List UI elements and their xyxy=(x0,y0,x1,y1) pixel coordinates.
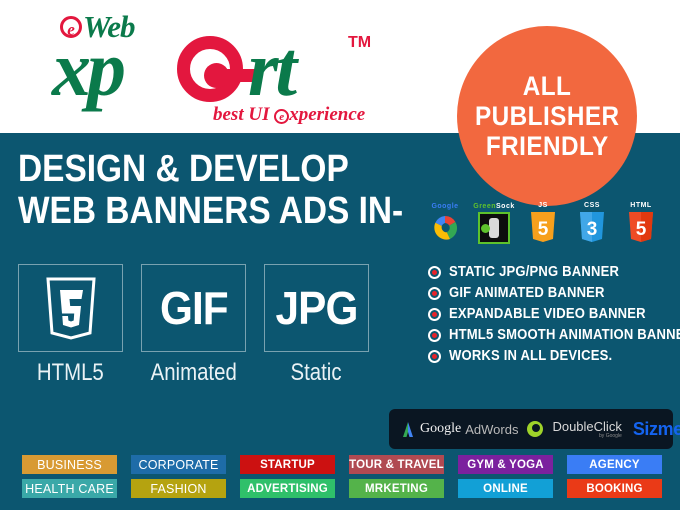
tag-corporate[interactable]: CORPORATE xyxy=(131,455,226,474)
all-publisher-friendly-badge: ALL PUBLISHER FRIENDLY xyxy=(457,26,637,206)
tag-row-1: BUSINESS CORPORATE STARTUP TOUR & TRAVEL… xyxy=(22,455,662,474)
tag-fashion[interactable]: FASHION xyxy=(131,479,226,498)
target-bullet-icon xyxy=(428,307,441,321)
gif-card-label: Animated xyxy=(150,359,237,386)
badge-line-1: ALL xyxy=(522,71,572,101)
html5-shield-icon xyxy=(43,275,99,341)
badge-line-3: FRIENDLY xyxy=(485,131,609,161)
doubleclick-mark-icon xyxy=(527,421,544,437)
gif-card-box: GIF xyxy=(141,264,246,352)
google-adwords-logo: Google AdWords xyxy=(400,421,518,438)
target-bullet-icon xyxy=(428,265,441,279)
javascript-shield-icon: 5 xyxy=(529,211,557,244)
svg-text:3: 3 xyxy=(587,219,598,240)
feature-item: GIF ANIMATED BANNER xyxy=(428,285,678,301)
doubleclick-subtext: by Google xyxy=(599,432,622,439)
format-card-jpg: JPG Static xyxy=(264,264,369,386)
tag-gym-yoga[interactable]: GYM & YOGA xyxy=(458,455,553,474)
target-dot xyxy=(432,332,437,338)
greensock-icon xyxy=(478,212,510,244)
html-caption: HTML xyxy=(630,202,652,209)
css3-shield-icon: 3 xyxy=(578,211,606,244)
target-dot xyxy=(432,353,437,359)
tech-logo-html5: HTML 5 xyxy=(624,202,658,244)
doubleclick-text: DoubleClick xyxy=(552,418,622,434)
feature-item: HTML5 SMOOTH ANIMATION BANNER xyxy=(428,327,680,343)
jpg-card-label: Static xyxy=(290,359,343,386)
tag-mrketing[interactable]: MRKETING xyxy=(349,479,444,498)
tag-startup[interactable]: STARTUP xyxy=(240,455,335,474)
tech-logo-js: JS 5 xyxy=(526,202,560,244)
tag-booking[interactable]: BOOKING xyxy=(567,479,662,498)
feature-text: STATIC JPG/PNG BANNER xyxy=(449,264,620,280)
logo-wordmark: xp rt TM xyxy=(52,25,412,112)
target-dot xyxy=(432,269,437,275)
tagline-pre: best UI xyxy=(213,104,275,125)
css-caption: CSS xyxy=(584,202,600,209)
gif-format-text: GIF xyxy=(159,282,229,334)
html5-tech-shield-icon: 5 xyxy=(627,211,655,244)
feature-item: STATIC JPG/PNG BANNER xyxy=(428,264,678,280)
feature-text: GIF ANIMATED BANNER xyxy=(449,285,605,301)
trademark-mark: TM xyxy=(348,34,372,51)
partner-logo-bar: Google AdWords DoubleClick by Google Siz… xyxy=(389,409,680,449)
svg-text:5: 5 xyxy=(538,219,549,240)
tag-health-care[interactable]: HEALTH CARE xyxy=(22,479,117,498)
greensock-caption: GreenSock xyxy=(473,203,515,210)
google-caption: Google xyxy=(431,203,459,210)
google-web-designer-icon xyxy=(429,212,461,244)
feature-item: EXPANDABLE VIDEO BANNER xyxy=(428,306,678,322)
greensock-figure xyxy=(481,218,499,238)
format-card-gif: GIF Animated xyxy=(141,264,246,386)
format-card-html5: HTML5 xyxy=(18,264,123,386)
tech-logo-greensock: GreenSock xyxy=(473,203,514,244)
tag-agency[interactable]: AGENCY xyxy=(567,455,662,474)
technology-logos: Google GreenSock JS 5 CSS 3 HTML 5 xyxy=(428,202,658,244)
logo-tagline: best UI e xperience xyxy=(213,104,365,126)
tag-tour-travel[interactable]: TOUR & TRAVEL xyxy=(349,455,444,474)
js-caption: JS xyxy=(538,202,548,209)
logo-xp-text: xp xyxy=(52,25,126,112)
promo-banner: e Web xp rt TM best UI e xperience ALL PUB… xyxy=(0,0,680,510)
svg-text:5: 5 xyxy=(636,219,647,240)
target-dot xyxy=(432,290,437,296)
tagline-post: xperience xyxy=(289,104,366,125)
logo-big-e-dot xyxy=(204,63,229,88)
html5-card-box xyxy=(18,264,123,352)
target-bullet-icon xyxy=(428,286,441,300)
feature-text: EXPANDABLE VIDEO BANNER xyxy=(449,306,646,322)
feature-list: STATIC JPG/PNG BANNER GIF ANIMATED BANNE… xyxy=(428,264,680,369)
tag-online[interactable]: ONLINE xyxy=(458,479,553,498)
badge-line-2: PUBLISHER xyxy=(474,101,620,131)
jpg-card-box: JPG xyxy=(264,264,369,352)
tagline-circled-e-icon: e xyxy=(274,109,290,124)
format-cards: HTML5 GIF Animated JPG Static xyxy=(18,264,408,386)
tag-business[interactable]: BUSINESS xyxy=(22,455,117,474)
adwords-google-text: Google xyxy=(420,421,462,436)
target-bullet-icon xyxy=(428,328,441,342)
headline-line-2: WEB BANNERS ADS IN- xyxy=(18,190,404,232)
adwords-mark-icon xyxy=(400,421,416,438)
main-headline: DESIGN & DEVELOP WEB BANNERS ADS IN- xyxy=(18,148,438,232)
doubleclick-logo: DoubleClick by Google xyxy=(552,420,621,439)
feature-text: WORKS IN ALL DEVICES. xyxy=(449,348,613,364)
tag-advertising[interactable]: ADVERTISING xyxy=(240,479,335,498)
html5-card-label: HTML5 xyxy=(37,359,104,386)
tag-row-2: HEALTH CARE FASHION ADVERTISING MRKETING… xyxy=(22,479,662,498)
target-bullet-icon xyxy=(428,349,441,363)
target-dot xyxy=(432,311,437,317)
adwords-text: AdWords xyxy=(465,421,519,437)
logo-big-e-icon xyxy=(177,36,256,102)
tech-logo-css3: CSS 3 xyxy=(575,202,609,244)
feature-item: WORKS IN ALL DEVICES. xyxy=(428,348,678,364)
headline-line-1: DESIGN & DEVELOP xyxy=(18,148,349,190)
sizmek-logo: Sizmek xyxy=(632,418,680,439)
feature-text: HTML5 SMOOTH ANIMATION BANNER xyxy=(449,327,680,343)
brand-logo: e Web xp rt TM best UI e xperience xyxy=(52,8,412,128)
category-tags: BUSINESS CORPORATE STARTUP TOUR & TRAVEL… xyxy=(22,455,662,503)
tech-logo-google: Google xyxy=(428,203,462,244)
logo-rt-text: rt xyxy=(248,25,297,112)
jpg-format-text: JPG xyxy=(275,282,359,334)
